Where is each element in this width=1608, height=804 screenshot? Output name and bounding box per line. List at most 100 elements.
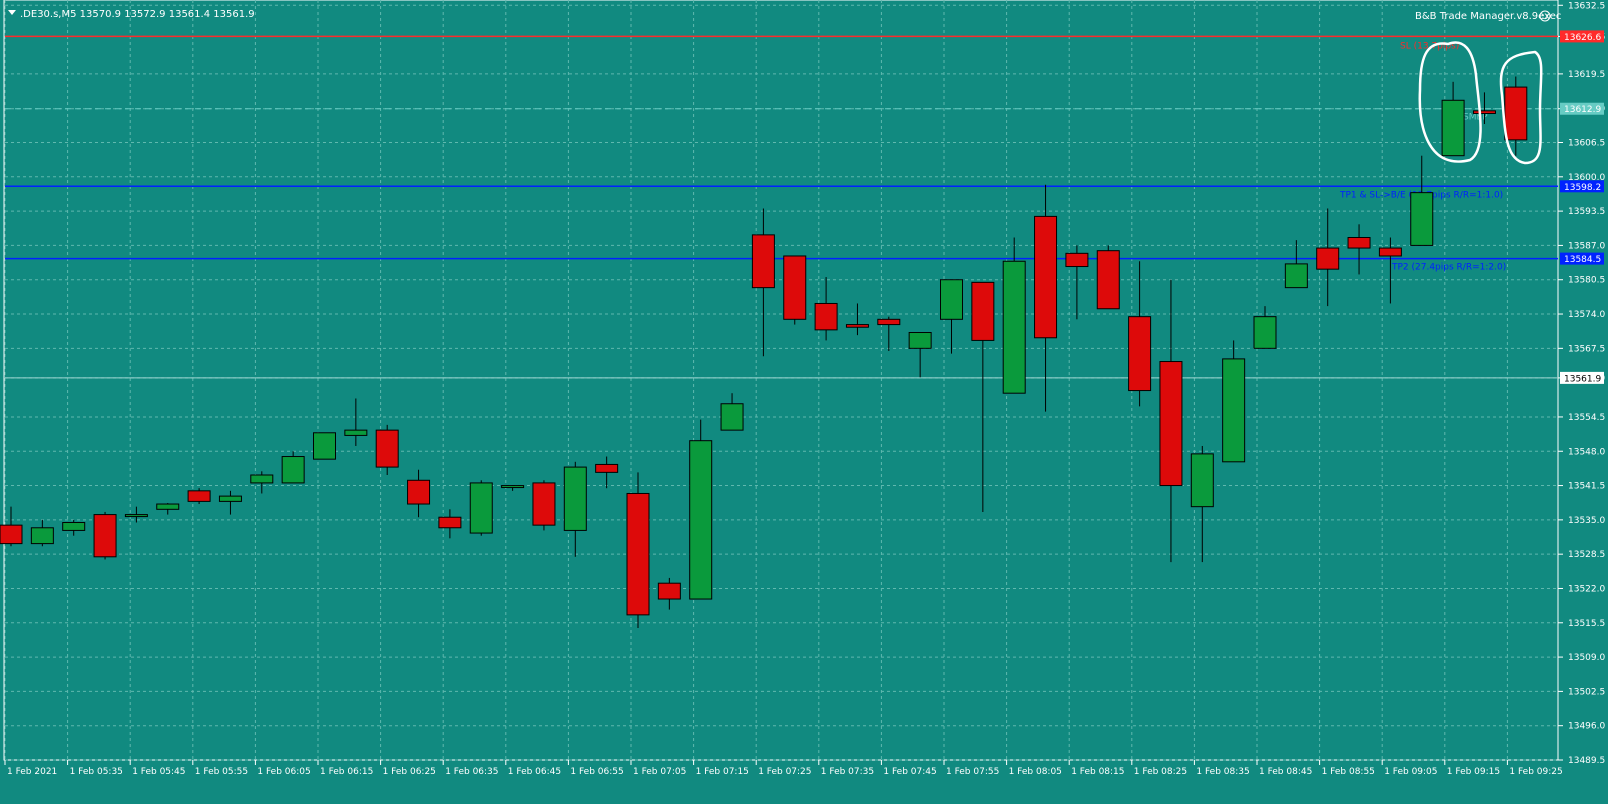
candle-bull[interactable] xyxy=(720,403,744,431)
price-axis-label: 13535.0 xyxy=(1568,516,1605,526)
price-axis-label: 13606.5 xyxy=(1568,139,1605,149)
candle-bull[interactable] xyxy=(30,527,54,545)
candle-bull[interactable] xyxy=(250,474,274,484)
time-axis-label: 1 Feb 06:35 xyxy=(445,767,498,777)
candle-bear[interactable] xyxy=(1347,237,1371,249)
candle-bear[interactable] xyxy=(595,463,619,473)
candle-bull[interactable] xyxy=(281,456,305,484)
time-axis-label: 1 Feb 06:05 xyxy=(257,767,310,777)
symbol-ohlc-label: .DE30.s,M5 13570.9 13572.9 13561.4 13561… xyxy=(20,9,255,20)
time-axis-label: 1 Feb 09:25 xyxy=(1509,767,1562,777)
price-axis-label: 13528.5 xyxy=(1568,550,1605,560)
candle-bull[interactable] xyxy=(501,485,525,489)
time-axis-label: 1 Feb 06:55 xyxy=(570,767,623,777)
candle-bear[interactable] xyxy=(1472,110,1496,114)
candle-bull[interactable] xyxy=(218,495,242,502)
candle-bear[interactable] xyxy=(438,516,462,529)
price-axis-label: 13580.5 xyxy=(1568,276,1605,286)
price-axis-label: 13632.5 xyxy=(1568,1,1605,11)
candle-bear[interactable] xyxy=(1065,252,1089,268)
candle-bull[interactable] xyxy=(469,482,493,534)
candle-bear[interactable] xyxy=(407,479,431,505)
price-axis-label: 13496.0 xyxy=(1568,722,1605,732)
plot-area[interactable] xyxy=(3,0,1559,761)
entry-price-tag-label: 13612.9 xyxy=(1564,105,1601,115)
candle-bull[interactable] xyxy=(313,432,336,460)
candle-bear[interactable] xyxy=(1159,361,1183,487)
price-axis-label: 13554.5 xyxy=(1568,413,1605,423)
sl-price-tag-label: 13626.6 xyxy=(1564,33,1601,43)
candle-bear[interactable] xyxy=(626,492,650,616)
candle-bull[interactable] xyxy=(1222,358,1246,463)
time-axis-label: 1 Feb 05:55 xyxy=(195,767,248,777)
price-axis-label: 13619.5 xyxy=(1568,70,1605,80)
price-axis-label: 13574.0 xyxy=(1568,310,1605,320)
candle-bear[interactable] xyxy=(187,490,211,502)
time-axis-label: 1 Feb 05:35 xyxy=(70,767,123,777)
price-axis-label: 13509.0 xyxy=(1568,653,1605,663)
time-axis-label: 1 Feb 08:55 xyxy=(1322,767,1375,777)
candle-bear[interactable] xyxy=(1096,250,1120,310)
time-axis-label: 1 Feb 07:05 xyxy=(633,767,686,777)
time-axis-label: 1 Feb 07:15 xyxy=(696,767,749,777)
candle-bear[interactable] xyxy=(1316,247,1340,270)
candle-bull[interactable] xyxy=(563,466,587,531)
smiley-eye-icon xyxy=(1542,14,1544,16)
time-axis-label: 1 Feb 2021 xyxy=(7,767,57,777)
time-axis-label: 1 Feb 06:25 xyxy=(383,767,436,777)
candle-bear[interactable] xyxy=(1378,247,1402,257)
candle-bear[interactable] xyxy=(971,281,995,341)
price-axis-label: 13587.0 xyxy=(1568,241,1605,251)
candle-bear[interactable] xyxy=(657,582,681,600)
candle-bull[interactable] xyxy=(689,440,713,600)
time-axis-label: 1 Feb 07:25 xyxy=(758,767,811,777)
time-axis-label: 1 Feb 07:35 xyxy=(821,767,874,777)
candle-bear[interactable] xyxy=(1504,86,1528,141)
time-axis-label: 1 Feb 09:05 xyxy=(1384,767,1437,777)
price-axis-label: 13522.0 xyxy=(1568,584,1605,594)
price-axis-label: 13593.5 xyxy=(1568,207,1605,217)
time-axis-label: 1 Feb 05:45 xyxy=(132,767,185,777)
bid-price-tag-label: 13561.9 xyxy=(1564,374,1601,384)
smiley-eye-icon xyxy=(1546,14,1548,16)
price-axis-label: 13541.5 xyxy=(1568,482,1605,492)
candle-bull[interactable] xyxy=(1410,192,1434,246)
candle-bear[interactable] xyxy=(1128,316,1152,392)
candle-bear[interactable] xyxy=(751,234,775,289)
candle-bull[interactable] xyxy=(1002,260,1026,394)
candle-bull[interactable] xyxy=(1284,263,1308,289)
candle-bull[interactable] xyxy=(1253,316,1277,349)
tp2-level-label: TP2 (27.4pips R/R=1:2.0) xyxy=(1391,263,1506,273)
candle-bear[interactable] xyxy=(375,429,399,468)
price-axis-label: 13515.5 xyxy=(1568,619,1605,629)
candle-bear[interactable] xyxy=(845,324,869,328)
price-axis-label: 13489.5 xyxy=(1568,756,1605,766)
indicator-label: B&B Trade Manager.v8.9exec xyxy=(1415,11,1561,22)
time-axis-label: 1 Feb 08:05 xyxy=(1009,767,1062,777)
time-axis-label: 1 Feb 06:45 xyxy=(508,767,561,777)
time-axis-label: 1 Feb 08:15 xyxy=(1071,767,1124,777)
time-axis-label: 1 Feb 08:25 xyxy=(1134,767,1187,777)
candle-bear[interactable] xyxy=(1034,215,1058,339)
price-axis-label: 13567.5 xyxy=(1568,344,1605,354)
candle-bear[interactable] xyxy=(532,482,556,526)
candle-bear[interactable] xyxy=(814,302,838,331)
candle-bull[interactable] xyxy=(1190,453,1214,508)
time-axis-label: 1 Feb 09:15 xyxy=(1447,767,1500,777)
candle-bull[interactable] xyxy=(908,332,932,349)
tp2-price-tag-label: 13584.5 xyxy=(1564,255,1601,265)
price-axis-label: 13502.5 xyxy=(1568,687,1605,697)
candle-bull[interactable] xyxy=(344,429,368,436)
candle-bull[interactable] xyxy=(1441,99,1465,157)
candlestick-chart[interactable]: 13632.513626.613619.513612.913606.513600… xyxy=(0,0,1608,804)
chart-window[interactable]: 13632.513626.613619.513612.913606.513600… xyxy=(0,0,1608,804)
candle-bull[interactable] xyxy=(62,522,86,531)
candle-bear[interactable] xyxy=(93,514,117,558)
price-axis-label: 13548.0 xyxy=(1568,447,1605,457)
candle-bear[interactable] xyxy=(783,255,807,320)
candle-bull[interactable] xyxy=(156,503,180,510)
candle-bear[interactable] xyxy=(0,524,23,545)
candle-bull[interactable] xyxy=(940,279,963,320)
candle-bear[interactable] xyxy=(877,318,901,326)
candle-bull[interactable] xyxy=(124,514,148,518)
